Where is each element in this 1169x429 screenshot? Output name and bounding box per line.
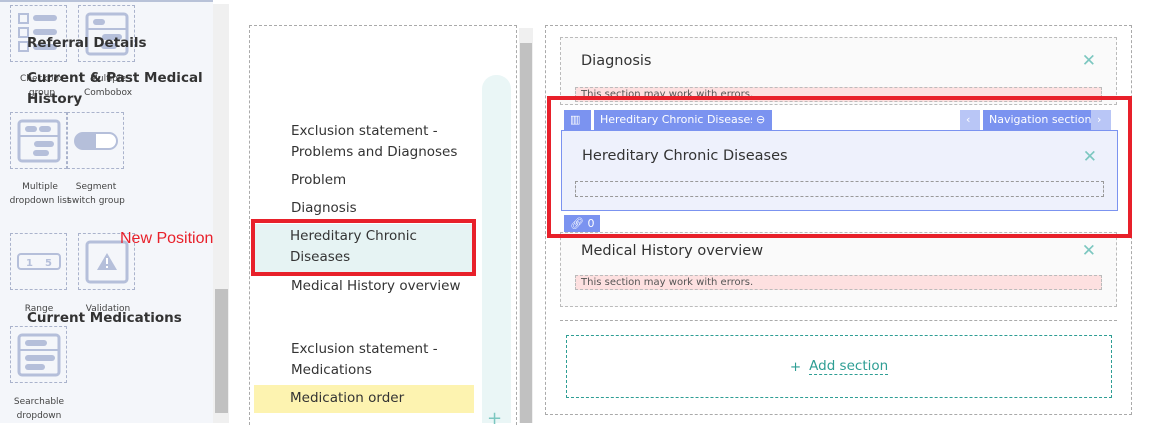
annotation-box (251, 219, 476, 276)
add-icon[interactable]: + (487, 408, 502, 429)
palette-item-searchable-dropdown[interactable] (10, 326, 67, 383)
nav-heading[interactable]: Referral Details (27, 33, 247, 54)
close-icon[interactable]: ✕ (1082, 51, 1096, 71)
range-from: 1 (26, 258, 33, 269)
range-to: 5 (45, 258, 52, 269)
nav-scroll-thumb[interactable] (520, 43, 532, 423)
palette-item-multiple-dropdown[interactable] (10, 112, 67, 169)
nav-drop-track (482, 75, 511, 423)
searchable-dropdown-icon (17, 333, 60, 376)
palette-label: Segment switch group (67, 182, 125, 206)
section-warning: This section may work with errors. (575, 275, 1102, 290)
plus-icon: + (789, 358, 802, 375)
palette-item-segment-switch[interactable] (67, 112, 124, 169)
nav-item[interactable]: Problem (255, 170, 475, 191)
nav-item[interactable]: Exclusion statement - Medications (255, 339, 475, 381)
section-diagnosis[interactable]: Diagnosis ✕ This section may work with e… (560, 37, 1117, 105)
palette-item-range[interactable]: 15 (10, 233, 67, 290)
add-section-button[interactable]: + Add section (566, 335, 1112, 398)
section-title: Diagnosis (581, 53, 652, 69)
section-medical-history-overview[interactable]: Medical History overview ✕ This section … (560, 232, 1117, 307)
nav-heading[interactable]: Current Medications (27, 308, 247, 329)
nav-item[interactable]: Exclusion statement - Problems and Diagn… (255, 121, 475, 163)
nav-item[interactable]: Medical History overview (255, 276, 475, 297)
nav-heading[interactable]: Current & Past Medical History (27, 68, 207, 110)
nav-item[interactable]: Diagnosis (255, 198, 475, 219)
nav-item-highlighted[interactable]: Medication order (254, 385, 474, 413)
section-title: Medical History overview (581, 243, 764, 259)
palette-label: Searchable dropdown (13, 397, 65, 421)
add-section-label: Add section (809, 358, 889, 375)
annotation-box (547, 96, 1132, 238)
multiple-dropdown-icon (17, 119, 60, 162)
divider (560, 320, 1117, 321)
close-icon[interactable]: ✕ (1082, 241, 1096, 261)
component-palette: Checkbox group Multiple Combobox Multipl… (0, 0, 213, 423)
annotation-label: New Position (120, 230, 214, 247)
segment-switch-icon (73, 131, 118, 150)
range-icon: 15 (16, 252, 61, 270)
